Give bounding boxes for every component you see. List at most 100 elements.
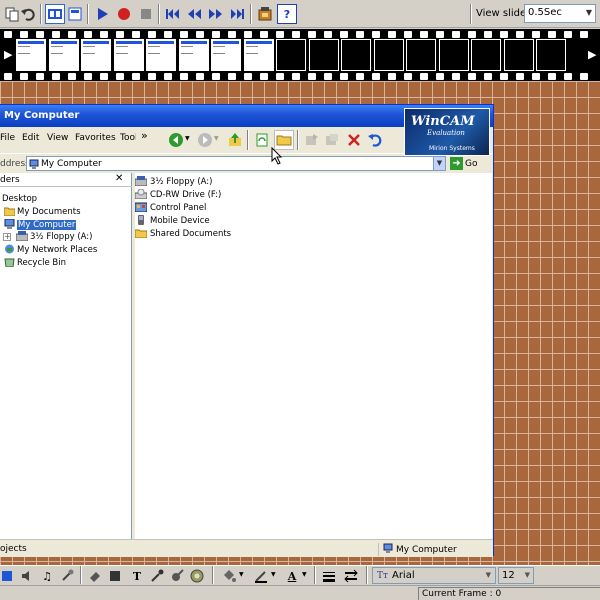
film-frame-thumbnail[interactable]	[48, 39, 79, 71]
filmstrip-view-icon[interactable]	[45, 4, 65, 24]
first-frame-icon[interactable]	[162, 4, 182, 24]
control-panel-icon	[134, 202, 148, 215]
back-icon[interactable]	[166, 130, 186, 150]
font-size-select[interactable]: 12 ▼	[498, 567, 534, 584]
music-note-icon[interactable]: ♫	[38, 567, 56, 585]
film-frame-empty[interactable]	[438, 39, 469, 71]
film-frame-empty[interactable]	[308, 39, 339, 71]
wincam-watermark-logo: WinCAM Evaluation Mirion Systems	[404, 108, 490, 156]
expand-plus-icon[interactable]: +	[3, 233, 11, 241]
line-style-icon[interactable]	[342, 567, 360, 585]
film-frame-thumbnail[interactable]	[113, 39, 144, 71]
movie-settings-icon[interactable]	[255, 4, 275, 24]
address-input[interactable]: My Computer	[26, 156, 446, 171]
film-frame-thumbnail[interactable]	[81, 39, 111, 71]
search-icon[interactable]	[252, 130, 272, 150]
rectangle-tool-icon[interactable]	[106, 567, 124, 585]
previous-frame-icon[interactable]	[184, 4, 204, 24]
film-perforation	[164, 73, 172, 80]
film-frame-empty[interactable]	[341, 39, 371, 71]
stop-icon[interactable]	[136, 4, 156, 24]
font-color-icon[interactable]: A	[283, 567, 301, 585]
film-frame-empty[interactable]	[276, 39, 306, 71]
fill-bucket-icon[interactable]	[220, 567, 238, 585]
menu-favorites[interactable]: Favorites	[75, 133, 116, 143]
forward-icon[interactable]	[195, 130, 215, 150]
list-item[interactable]: CD-RW Drive (F:)	[134, 188, 222, 202]
record-icon[interactable]	[114, 4, 134, 24]
up-folder-icon[interactable]	[225, 130, 245, 150]
film-perforation	[180, 31, 188, 38]
tree-item-recycle-bin[interactable]: Recycle Bin	[4, 257, 66, 269]
brush-icon[interactable]	[168, 567, 186, 585]
tree-item-floppy[interactable]: 3½ Floppy (A:)	[15, 230, 92, 243]
eraser-icon[interactable]	[86, 567, 104, 585]
go-button[interactable]: ➜ Go	[450, 157, 477, 170]
screen-icon[interactable]	[0, 567, 18, 585]
tree-item-my-network-places[interactable]: My Network Places	[4, 244, 97, 256]
fill-color-dropdown-icon[interactable]: ▼	[239, 571, 244, 578]
filmstrip: ▶ ▶	[0, 29, 600, 81]
pen-color-dropdown-icon[interactable]: ▼	[271, 571, 276, 578]
cd-drive-icon	[134, 188, 148, 202]
film-frame-thumbnail[interactable]	[211, 39, 241, 71]
film-frame-empty[interactable]	[373, 39, 404, 71]
text-tool-icon[interactable]: T	[128, 567, 146, 585]
list-item-label: CD-RW Drive (F:)	[150, 190, 222, 200]
stamp-icon[interactable]	[188, 567, 206, 585]
copy-to-icon[interactable]	[322, 130, 342, 150]
address-dropdown-icon[interactable]: ▼	[433, 156, 446, 171]
last-frame-icon[interactable]	[228, 4, 248, 24]
menu-file[interactable]: File	[0, 133, 15, 143]
film-perforation	[356, 31, 364, 38]
list-item[interactable]: 3½ Floppy (A:)	[134, 175, 212, 189]
delete-icon[interactable]	[344, 130, 364, 150]
move-to-icon[interactable]	[302, 130, 322, 150]
list-item[interactable]: Mobile Device	[135, 214, 210, 227]
folder-icon	[134, 228, 148, 241]
tree-item-my-documents[interactable]: My Documents	[3, 206, 81, 218]
menu-overflow-chevron[interactable]: »	[141, 129, 148, 142]
microphone-icon[interactable]	[58, 567, 76, 585]
film-frame-thumbnail[interactable]	[178, 39, 209, 71]
undo-icon[interactable]	[18, 4, 38, 24]
film-frame-empty[interactable]	[536, 39, 566, 71]
film-frame-empty[interactable]	[503, 39, 534, 71]
film-perforation	[532, 73, 540, 80]
font-family-select[interactable]: Tт Arial ▼	[372, 567, 496, 584]
film-frame-thumbnail[interactable]	[243, 39, 274, 71]
view-slide-select[interactable]: 0.5Sec ▼	[524, 4, 596, 23]
menu-edit[interactable]: Edit	[22, 133, 39, 143]
menu-tools[interactable]: Tools	[120, 133, 136, 143]
film-frame-thumbnail[interactable]	[146, 39, 176, 71]
film-perforation	[244, 73, 252, 80]
undo-icon[interactable]	[365, 130, 385, 150]
back-dropdown-icon[interactable]: ▼	[185, 135, 190, 142]
filmstrip-left-arrow-icon[interactable]: ▶	[4, 48, 12, 61]
list-item[interactable]: Shared Documents	[134, 228, 231, 241]
tree-item-my-computer[interactable]: My Computer	[4, 218, 77, 231]
play-icon[interactable]	[92, 4, 112, 24]
speaker-icon[interactable]	[18, 567, 36, 585]
floppy-drive-icon	[134, 175, 148, 189]
slide-view-icon[interactable]	[65, 4, 85, 24]
menu-view[interactable]: View	[47, 133, 68, 143]
watermark-vendor: Mirion Systems	[429, 145, 475, 152]
tree-item-desktop[interactable]: Desktop	[2, 193, 37, 205]
watermark-subtitle: Evaluation	[427, 129, 465, 137]
eyedropper-icon[interactable]	[148, 567, 166, 585]
pen-color-icon[interactable]	[252, 567, 270, 585]
list-item[interactable]: Control Panel	[134, 202, 206, 215]
film-perforation	[340, 31, 348, 38]
film-frame-empty[interactable]	[406, 39, 436, 71]
next-frame-icon[interactable]	[206, 4, 226, 24]
filmstrip-right-arrow-icon[interactable]: ▶	[588, 48, 596, 61]
line-width-icon[interactable]	[320, 567, 338, 585]
forward-dropdown-icon[interactable]: ▼	[214, 135, 219, 142]
film-frame-thumbnail[interactable]	[16, 39, 46, 71]
help-button[interactable]: ?	[277, 4, 297, 24]
film-perforation	[308, 31, 316, 38]
film-frame-empty[interactable]	[471, 39, 501, 71]
font-color-dropdown-icon[interactable]: ▼	[302, 571, 307, 578]
close-icon[interactable]: ✕	[115, 173, 123, 184]
